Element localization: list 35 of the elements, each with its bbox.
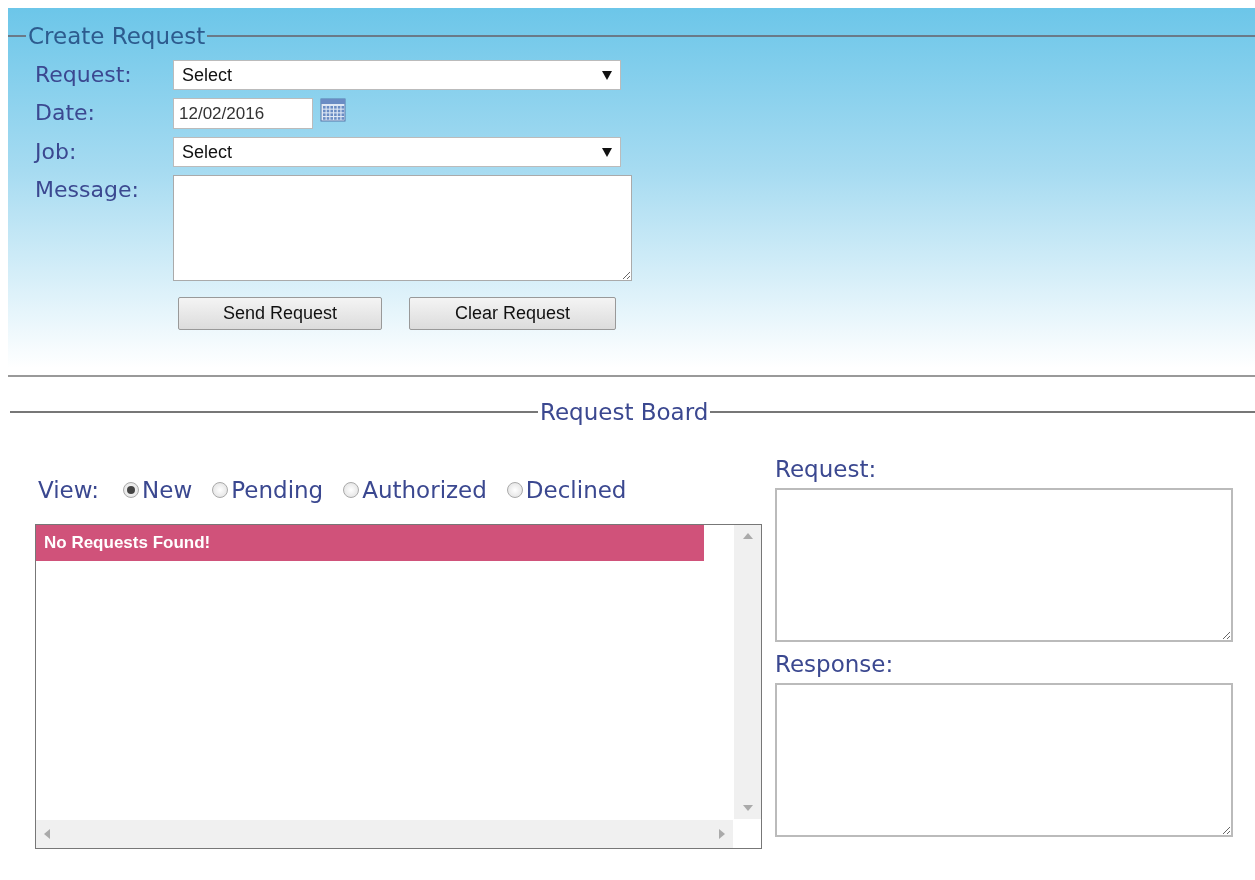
caret-icon xyxy=(602,70,612,80)
scroll-down-icon[interactable] xyxy=(742,805,753,811)
radio-button[interactable] xyxy=(343,482,360,498)
view-radio[interactable]: Authorized xyxy=(343,472,487,508)
field-label: Job: xyxy=(35,139,77,164)
section-title: Create Request xyxy=(27,22,207,50)
vertical-scrollbar[interactable] xyxy=(734,525,761,819)
scroll-right-icon[interactable] xyxy=(719,829,725,839)
view-radio[interactable]: Pending xyxy=(212,472,324,508)
detail-label: Request: xyxy=(775,456,877,482)
detail-field[interactable] xyxy=(775,683,1233,837)
view-label: View: xyxy=(38,475,100,505)
select-field[interactable]: Select xyxy=(173,60,621,90)
caret-icon xyxy=(602,147,612,157)
detail-field[interactable] xyxy=(775,488,1233,642)
horizontal-scrollbar[interactable] xyxy=(36,820,733,848)
field-label: Message: xyxy=(35,177,139,202)
select-field[interactable]: Select xyxy=(173,137,621,167)
detail-label: Response: xyxy=(775,651,894,677)
radio-button[interactable] xyxy=(506,482,523,498)
request-button[interactable]: Clear Request xyxy=(409,297,616,330)
request-button[interactable]: Send Request xyxy=(178,297,382,330)
scroll-left-icon[interactable] xyxy=(44,829,50,839)
radio-button[interactable] xyxy=(212,482,229,498)
field-label: Date: xyxy=(35,100,95,125)
view-radio[interactable]: Declined xyxy=(506,472,627,508)
message-field[interactable] xyxy=(173,175,632,281)
section-title: Request Board xyxy=(539,398,710,426)
view-radio[interactable]: New xyxy=(123,472,193,508)
scroll-up-icon[interactable] xyxy=(742,533,753,539)
calendar-icon[interactable] xyxy=(320,98,346,122)
date-field[interactable]: 12/02/2016 xyxy=(173,98,313,129)
field-label: Request: xyxy=(35,62,132,87)
empty-message: No Requests Found! xyxy=(36,525,704,561)
radio-button[interactable] xyxy=(123,482,140,498)
